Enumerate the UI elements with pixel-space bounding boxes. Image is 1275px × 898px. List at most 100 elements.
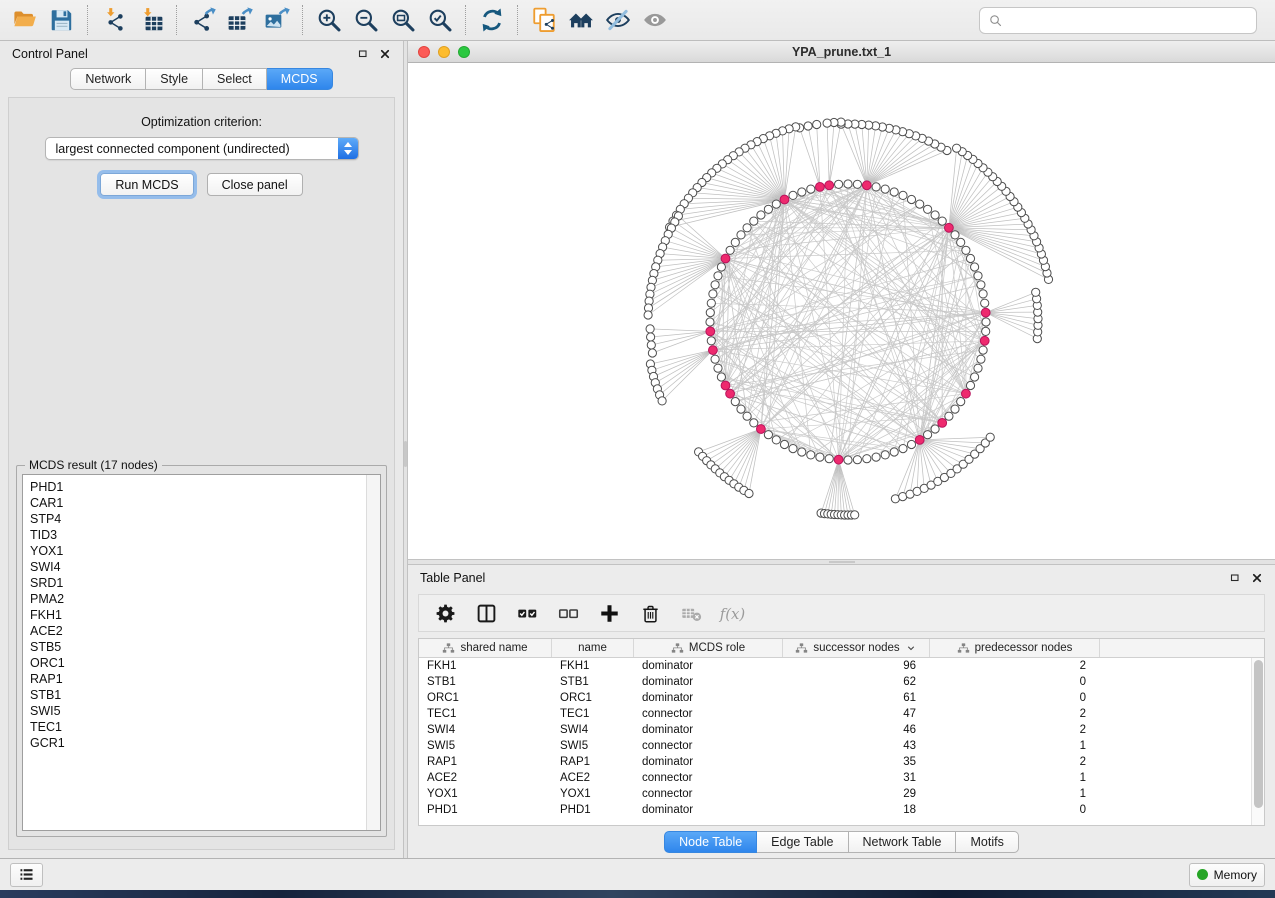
mcds-result-item[interactable]: RAP1 xyxy=(30,671,366,687)
deselect-all-button[interactable] xyxy=(552,598,584,628)
table-scrollbar-thumb[interactable] xyxy=(1254,660,1263,808)
column-header-mcds-role[interactable]: MCDS role xyxy=(634,639,783,657)
export-image-icon xyxy=(264,7,290,33)
run-mcds-button[interactable]: Run MCDS xyxy=(100,173,193,196)
optimization-criterion-select[interactable]: largest connected component (undirected) xyxy=(45,137,359,160)
export-image-button[interactable] xyxy=(258,4,295,37)
mcds-result-item[interactable]: STP4 xyxy=(30,511,366,527)
mcds-result-item[interactable]: ORC1 xyxy=(30,655,366,671)
window-zoom-icon[interactable] xyxy=(458,46,470,58)
search-box[interactable] xyxy=(979,7,1257,34)
divider-grip[interactable] xyxy=(404,441,407,467)
mcds-result-item[interactable]: TEC1 xyxy=(30,719,366,735)
show-all-button[interactable] xyxy=(636,4,673,37)
divider-grip[interactable] xyxy=(829,561,855,563)
zoom-out-button[interactable] xyxy=(347,4,384,37)
table-row[interactable]: FKH1FKH1dominator962 xyxy=(419,658,1264,674)
delete-column-button[interactable] xyxy=(634,598,666,628)
mcds-result-item[interactable]: ACE2 xyxy=(30,623,366,639)
memory-button[interactable]: Memory xyxy=(1189,863,1265,887)
column-type-icon xyxy=(671,642,684,655)
save-session-button[interactable] xyxy=(43,4,80,37)
float-panel-icon[interactable] xyxy=(1229,572,1241,584)
table-cell: ORC1 xyxy=(419,692,552,704)
mcds-list-scrollbar[interactable] xyxy=(366,475,380,830)
network-graph[interactable] xyxy=(408,63,1275,559)
show-all-icon xyxy=(642,7,668,33)
select-all-checked-button[interactable] xyxy=(511,598,543,628)
close-panel-icon[interactable] xyxy=(1251,572,1263,584)
zoom-selected-button[interactable] xyxy=(421,4,458,37)
network-canvas[interactable] xyxy=(408,63,1275,559)
table-cell: 18 xyxy=(783,804,930,816)
table-row[interactable]: PHD1PHD1dominator180 xyxy=(419,802,1264,818)
hide-selected-button[interactable] xyxy=(599,4,636,37)
split-columns-button[interactable] xyxy=(470,598,502,628)
table-row[interactable]: STB1STB1dominator620 xyxy=(419,674,1264,690)
tab-style[interactable]: Style xyxy=(146,68,203,90)
table-cell: 35 xyxy=(783,756,930,768)
mcds-result-item[interactable]: TID3 xyxy=(30,527,366,543)
table-row[interactable]: SWI4SWI4dominator462 xyxy=(419,722,1264,738)
refresh-button[interactable] xyxy=(473,4,510,37)
search-input[interactable] xyxy=(1008,14,1248,28)
table-row[interactable]: ORC1ORC1dominator610 xyxy=(419,690,1264,706)
mcds-result-item[interactable]: YOX1 xyxy=(30,543,366,559)
zoom-in-button[interactable] xyxy=(310,4,347,37)
sort-chevron-icon xyxy=(905,642,917,654)
import-table-button[interactable] xyxy=(132,4,169,37)
horizontal-split-divider[interactable] xyxy=(408,559,1275,565)
table-row[interactable]: TEC1TEC1connector472 xyxy=(419,706,1264,722)
float-panel-icon[interactable] xyxy=(357,48,369,60)
mcds-result-item[interactable]: GCR1 xyxy=(30,735,366,751)
mcds-result-item[interactable]: STB1 xyxy=(30,687,366,703)
close-panel-button[interactable]: Close panel xyxy=(207,173,303,196)
open-network-button[interactable] xyxy=(6,4,43,37)
mcds-result-item[interactable]: SWI5 xyxy=(30,703,366,719)
first-neighbors-icon xyxy=(568,7,594,33)
window-minimize-icon[interactable] xyxy=(438,46,450,58)
gear-button[interactable] xyxy=(429,598,461,628)
mcds-result-item[interactable]: STB5 xyxy=(30,639,366,655)
table-row[interactable]: RAP1RAP1dominator352 xyxy=(419,754,1264,770)
export-network-button[interactable] xyxy=(184,4,221,37)
table-cell: 31 xyxy=(783,772,930,784)
tab-edge-table[interactable]: Edge Table xyxy=(757,831,848,853)
table-row[interactable]: YOX1YOX1connector291 xyxy=(419,786,1264,802)
show-task-history-button[interactable] xyxy=(10,863,43,887)
column-header-shared-name[interactable]: shared name xyxy=(419,639,552,657)
tab-network-table[interactable]: Network Table xyxy=(849,831,957,853)
table-row[interactable]: ACE2ACE2connector311 xyxy=(419,770,1264,786)
tab-select[interactable]: Select xyxy=(203,68,267,90)
column-header-predecessor-nodes[interactable]: predecessor nodes xyxy=(930,639,1100,657)
memory-label: Memory xyxy=(1214,868,1257,882)
duplicate-network-button[interactable] xyxy=(525,4,562,37)
column-type-icon xyxy=(442,642,455,655)
mcds-result-item[interactable]: PHD1 xyxy=(30,479,366,495)
table-scrollbar[interactable] xyxy=(1251,658,1264,825)
tab-motifs[interactable]: Motifs xyxy=(956,831,1018,853)
add-column-button[interactable] xyxy=(593,598,625,628)
tab-mcds[interactable]: MCDS xyxy=(267,68,333,90)
mcds-result-item[interactable]: CAR1 xyxy=(30,495,366,511)
first-neighbors-button[interactable] xyxy=(562,4,599,37)
window-close-icon[interactable] xyxy=(418,46,430,58)
import-network-button[interactable] xyxy=(95,4,132,37)
close-panel-icon[interactable] xyxy=(379,48,391,60)
control-panel-tabs: NetworkStyleSelectMCDS xyxy=(0,68,403,90)
optimization-criterion-label: Optimization criterion: xyxy=(9,115,394,129)
deselect-all-icon xyxy=(558,603,579,624)
table-cell: 2 xyxy=(930,756,1100,768)
tab-network[interactable]: Network xyxy=(70,68,146,90)
mcds-result-item[interactable]: FKH1 xyxy=(30,607,366,623)
zoom-fit-button[interactable] xyxy=(384,4,421,37)
export-table-button[interactable] xyxy=(221,4,258,37)
mcds-result-item[interactable]: SRD1 xyxy=(30,575,366,591)
mcds-result-item[interactable]: PMA2 xyxy=(30,591,366,607)
mcds-result-item[interactable]: SWI4 xyxy=(30,559,366,575)
column-header-successor-nodes[interactable]: successor nodes xyxy=(783,639,930,657)
zoom-out-icon xyxy=(353,7,379,33)
tab-node-table[interactable]: Node Table xyxy=(664,831,757,853)
column-header-name[interactable]: name xyxy=(552,639,634,657)
table-row[interactable]: SWI5SWI5connector431 xyxy=(419,738,1264,754)
